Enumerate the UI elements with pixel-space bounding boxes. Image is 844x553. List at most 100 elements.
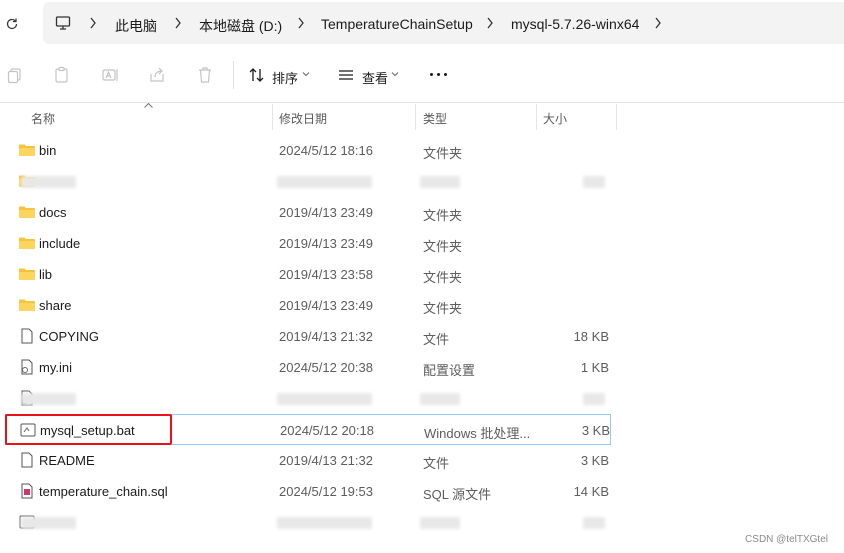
file-type: 文件夹 xyxy=(423,301,463,316)
file-type: 文件夹 xyxy=(423,208,463,223)
file-modified-date: 2019/4/13 23:49 xyxy=(279,205,373,220)
file-name: bin xyxy=(39,143,57,158)
file-type: 文件夹 xyxy=(423,239,463,254)
file-size: 3 KB xyxy=(580,453,609,468)
file-modified-date: 2019/4/13 23:49 xyxy=(279,236,373,251)
paste-icon[interactable] xyxy=(52,65,72,85)
redacted-text xyxy=(420,176,460,188)
file-name: my.ini xyxy=(39,360,72,375)
settings-file-icon xyxy=(18,359,36,375)
sort-icon[interactable] xyxy=(247,65,267,85)
sql-file-icon xyxy=(18,483,36,499)
column-header-modified[interactable]: 修改日期 xyxy=(279,110,327,127)
chevron-right-icon[interactable] xyxy=(89,17,97,29)
file-modified-date: 2019/4/13 23:49 xyxy=(279,298,373,313)
breadcrumb-drive-d[interactable]: 本地磁盘 (D:) xyxy=(199,16,282,36)
redacted-text xyxy=(583,393,605,405)
redacted-text xyxy=(277,393,372,405)
folder-icon xyxy=(18,235,36,251)
breadcrumb-temperaturechainsetup[interactable]: TemperatureChainSetup xyxy=(321,16,473,32)
file-row[interactable]: bin 2024/5/12 18:16 文件夹 xyxy=(5,135,611,166)
view-button[interactable]: 查看 xyxy=(362,68,388,87)
chevron-right-icon[interactable] xyxy=(486,17,494,29)
file-row[interactable]: docs 2019/4/13 23:49 文件夹 xyxy=(5,197,611,228)
file-modified-date: 2019/4/13 21:32 xyxy=(279,329,373,344)
share-icon[interactable] xyxy=(147,65,167,85)
file-type: Windows 批处理... xyxy=(424,426,531,441)
command-bar: 排序 查看 xyxy=(0,50,844,103)
redacted-text xyxy=(277,176,372,188)
file-row[interactable] xyxy=(5,383,611,414)
file-type: 文件夹 xyxy=(423,146,463,161)
file-row[interactable] xyxy=(5,507,611,538)
file-name: lib xyxy=(39,267,53,282)
column-header-type[interactable]: 类型 xyxy=(423,110,447,127)
chevron-down-icon[interactable] xyxy=(391,70,399,78)
file-row[interactable]: COPYING 2019/4/13 21:32 文件 18 KB xyxy=(5,321,611,352)
sort-button[interactable]: 排序 xyxy=(272,68,298,87)
this-pc-icon[interactable] xyxy=(55,15,71,31)
file-row[interactable]: my.ini 2024/5/12 20:38 配置设置 1 KB xyxy=(5,352,611,383)
file-modified-date: 2024/5/12 18:16 xyxy=(279,143,373,158)
column-divider[interactable] xyxy=(272,104,273,130)
breadcrumb-this-pc[interactable]: 此电脑 xyxy=(115,16,157,36)
file-row[interactable]: include 2019/4/13 23:49 文件夹 xyxy=(5,228,611,259)
file-size: 14 KB xyxy=(573,484,609,499)
file-type: 文件 xyxy=(423,456,450,471)
file-name: COPYING xyxy=(39,329,99,344)
column-header-name[interactable]: 名称 xyxy=(31,110,55,127)
redacted-text xyxy=(21,517,76,529)
more-options-icon[interactable] xyxy=(430,73,451,76)
file-type: SQL 源文件 xyxy=(423,487,492,502)
redacted-text xyxy=(420,517,460,529)
copy-icon[interactable] xyxy=(5,65,25,85)
redacted-text xyxy=(21,393,76,405)
file-name: docs xyxy=(39,205,67,220)
file-row[interactable] xyxy=(5,166,611,197)
file-row[interactable]: share 2019/4/13 23:49 文件夹 xyxy=(5,290,611,321)
file-size: 3 KB xyxy=(581,423,610,438)
file-type: 文件 xyxy=(423,332,450,347)
column-divider[interactable] xyxy=(536,104,537,130)
file-modified-date: 2024/5/12 19:53 xyxy=(279,484,373,499)
rename-icon[interactable] xyxy=(100,65,120,85)
file-name: share xyxy=(39,298,72,313)
file-modified-date: 2024/5/12 20:38 xyxy=(279,360,373,375)
file-row[interactable]: temperature_chain.sql 2024/5/12 19:53 SQL … xyxy=(5,476,611,507)
toolbar-divider xyxy=(233,61,234,89)
delete-icon[interactable] xyxy=(195,65,215,85)
file-size: 1 KB xyxy=(580,360,609,375)
refresh-icon[interactable] xyxy=(5,17,19,31)
file-size: 18 KB xyxy=(573,329,609,344)
address-bar-strip: 此电脑 本地磁盘 (D:) TemperatureChainSetup mysq… xyxy=(0,0,844,50)
file-name: include xyxy=(39,236,81,251)
chevron-right-icon[interactable] xyxy=(174,17,182,29)
folder-icon xyxy=(18,266,36,282)
redacted-text xyxy=(583,517,605,529)
chevron-down-icon[interactable] xyxy=(302,70,310,78)
annotation-highlight-box xyxy=(5,414,172,445)
redacted-text xyxy=(420,393,460,405)
redacted-text xyxy=(277,517,372,529)
redacted-text xyxy=(21,176,76,188)
redacted-text xyxy=(583,176,605,188)
breadcrumb-mysql-folder[interactable]: mysql-5.7.26-winx64 xyxy=(511,16,639,32)
sort-ascending-icon xyxy=(144,103,153,108)
file-modified-date: 2024/5/12 20:18 xyxy=(280,423,374,438)
watermark: CSDN @telTXGtel xyxy=(745,534,828,545)
column-divider[interactable] xyxy=(415,104,416,130)
column-header-size[interactable]: 大小 xyxy=(543,110,567,127)
file-row[interactable]: lib 2019/4/13 23:58 文件夹 xyxy=(5,259,611,290)
file-name: temperature_chain.sql xyxy=(39,484,168,499)
folder-icon xyxy=(18,297,36,313)
file-modified-date: 2019/4/13 23:58 xyxy=(279,267,373,282)
chevron-right-icon[interactable] xyxy=(654,17,662,29)
file-row[interactable]: README 2019/4/13 21:32 文件 3 KB xyxy=(5,445,611,476)
folder-icon xyxy=(18,204,36,220)
file-type: 配置设置 xyxy=(423,363,476,378)
file-type: 文件夹 xyxy=(423,270,463,285)
view-icon[interactable] xyxy=(336,65,356,85)
folder-icon xyxy=(18,142,36,158)
column-divider[interactable] xyxy=(616,104,617,130)
chevron-right-icon[interactable] xyxy=(297,17,305,29)
